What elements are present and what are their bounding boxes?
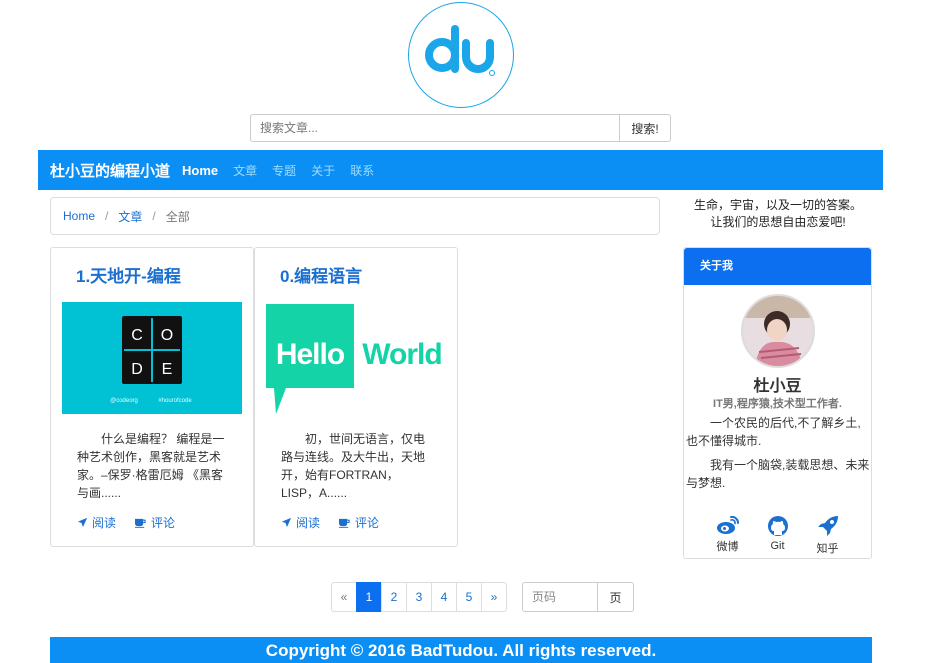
sidebar-motto: 生命，宇宙，以及一切的答案。 让我们的思想自由恋爱吧! bbox=[683, 197, 873, 231]
nav-link-contact[interactable]: 联系 bbox=[350, 162, 374, 179]
read-label: 阅读 bbox=[92, 516, 117, 530]
page-number-input[interactable] bbox=[522, 582, 598, 612]
author-description: 一个农民的后代,不了解乡土,也不懂得城市. 我有一个脑袋,装载思想、未来与梦想. bbox=[686, 414, 870, 498]
code-tag-codeorg: @codeorg bbox=[110, 398, 138, 404]
avatar-photo bbox=[743, 296, 813, 366]
social-label: Git bbox=[770, 540, 785, 552]
breadcrumb-current: 全部 bbox=[165, 209, 190, 224]
comment-label: 评论 bbox=[151, 516, 176, 530]
about-panel: 关于我 杜小豆 IT男,程序猿,技术型工作者. 一个农民的后代,不了解乡土,也不… bbox=[683, 247, 872, 559]
article-thumbnail-hello-world[interactable]: Hello World bbox=[266, 302, 446, 414]
about-heading: 关于我 bbox=[684, 248, 871, 285]
article-card: 1.天地开-编程 C O D E @codeorg #hourofcode 什么… bbox=[50, 247, 254, 547]
read-link[interactable]: 阅读 bbox=[281, 514, 320, 531]
code-letter-d: D bbox=[131, 361, 143, 378]
top-navbar: 杜小豆的编程小道 Home 文章 专题 关于 联系 bbox=[38, 150, 883, 190]
social-label: 知乎 bbox=[816, 543, 839, 555]
page-button-1[interactable]: 1 bbox=[356, 582, 382, 612]
page-button-3[interactable]: 3 bbox=[406, 582, 432, 612]
about-paragraph: 我有一个脑袋,装载思想、未来与梦想. bbox=[686, 458, 870, 490]
comment-link[interactable]: 评论 bbox=[134, 514, 175, 531]
search-input[interactable] bbox=[250, 114, 620, 142]
paper-plane-icon bbox=[77, 517, 88, 528]
page-button-4[interactable]: 4 bbox=[431, 582, 457, 612]
coffee-cup-icon bbox=[135, 518, 146, 528]
nav-link-articles[interactable]: 文章 bbox=[233, 162, 257, 179]
article-card: 0.编程语言 Hello World 初，世间无语言，仅电路与连线。及大牛出，天… bbox=[254, 247, 458, 547]
nav-link-topics[interactable]: 专题 bbox=[272, 162, 296, 179]
article-excerpt: 什么是编程？ 编程是一种艺术创作，黑客就是艺术家。–保罗·格雷厄姆 《黑客与画.… bbox=[77, 432, 225, 500]
hello-word: Hello bbox=[276, 338, 345, 371]
read-link[interactable]: 阅读 bbox=[77, 514, 116, 531]
code-letter-e: E bbox=[162, 361, 173, 378]
nav-link-about[interactable]: 关于 bbox=[311, 162, 335, 179]
breadcrumb-articles[interactable]: 文章 bbox=[118, 208, 142, 225]
breadcrumb: Home / 文章 / 全部 bbox=[50, 197, 660, 235]
code-org-image: C O D E @codeorg #hourofcode bbox=[62, 302, 242, 414]
site-logo[interactable] bbox=[408, 2, 514, 108]
page-jump-button[interactable]: 页 bbox=[598, 582, 634, 612]
social-zhihu[interactable]: 知乎 bbox=[803, 515, 853, 556]
read-label: 阅读 bbox=[296, 516, 321, 530]
author-name: 杜小豆 bbox=[753, 378, 802, 395]
page-button-5[interactable]: 5 bbox=[456, 582, 482, 612]
coffee-cup-icon bbox=[339, 518, 350, 528]
world-word: World bbox=[362, 338, 441, 371]
article-actions: 阅读 评论 bbox=[281, 514, 397, 531]
nav-link-home[interactable]: Home bbox=[182, 163, 218, 178]
about-paragraph: 一个农民的后代,不了解乡土,也不懂得城市. bbox=[686, 416, 861, 448]
social-weibo[interactable]: 微博 bbox=[703, 515, 753, 556]
avatar bbox=[741, 294, 815, 368]
breadcrumb-home[interactable]: Home bbox=[63, 209, 95, 223]
paper-plane-icon bbox=[281, 517, 292, 528]
article-title[interactable]: 1.天地开-编程 bbox=[76, 262, 181, 287]
motto-line: 生命，宇宙，以及一切的答案。 bbox=[693, 198, 862, 212]
code-tag-hourofcode: #hourofcode bbox=[158, 398, 192, 404]
article-excerpt: 初，世间无语言，仅电路与连线。及大牛出，天地开，始有FORTRAN，LISP，A… bbox=[281, 432, 426, 500]
search-button[interactable]: 搜索! bbox=[620, 114, 671, 142]
hello-world-image: Hello World bbox=[266, 302, 446, 414]
navbar-brand[interactable]: 杜小豆的编程小道 bbox=[50, 160, 170, 181]
breadcrumb-separator: / bbox=[105, 209, 109, 223]
code-letter-c: C bbox=[131, 327, 143, 344]
article-thumbnail-code[interactable]: C O D E @codeorg #hourofcode bbox=[62, 302, 242, 414]
du-logo-icon bbox=[425, 25, 495, 76]
article-title[interactable]: 0.编程语言 bbox=[280, 262, 362, 287]
social-git[interactable]: Git bbox=[753, 515, 803, 556]
page-button-2[interactable]: 2 bbox=[381, 582, 407, 612]
comment-label: 评论 bbox=[355, 516, 380, 530]
rocket-icon bbox=[817, 516, 838, 536]
page-prev-button[interactable]: « bbox=[331, 582, 357, 612]
breadcrumb-separator: / bbox=[152, 209, 156, 223]
page-jump: 页 bbox=[522, 582, 634, 612]
footer-copyright: Copyright © 2016 BadTudou. All rights re… bbox=[50, 637, 872, 663]
comment-link[interactable]: 评论 bbox=[338, 514, 379, 531]
article-actions: 阅读 评论 bbox=[77, 514, 193, 531]
author-role: IT男,程序猿,技术型工作者. bbox=[713, 398, 842, 410]
github-icon bbox=[767, 516, 788, 536]
pagination: « 1 2 3 4 5 » bbox=[331, 582, 507, 612]
social-links: 微博 Git 知乎 bbox=[684, 515, 871, 556]
motto-line: 让我们的思想自由恋爱吧! bbox=[710, 215, 846, 229]
weibo-icon bbox=[716, 515, 739, 534]
search-bar: 搜索! bbox=[250, 114, 671, 142]
social-label: 微博 bbox=[716, 541, 739, 553]
code-letter-o: O bbox=[161, 327, 173, 344]
page-next-button[interactable]: » bbox=[481, 582, 507, 612]
